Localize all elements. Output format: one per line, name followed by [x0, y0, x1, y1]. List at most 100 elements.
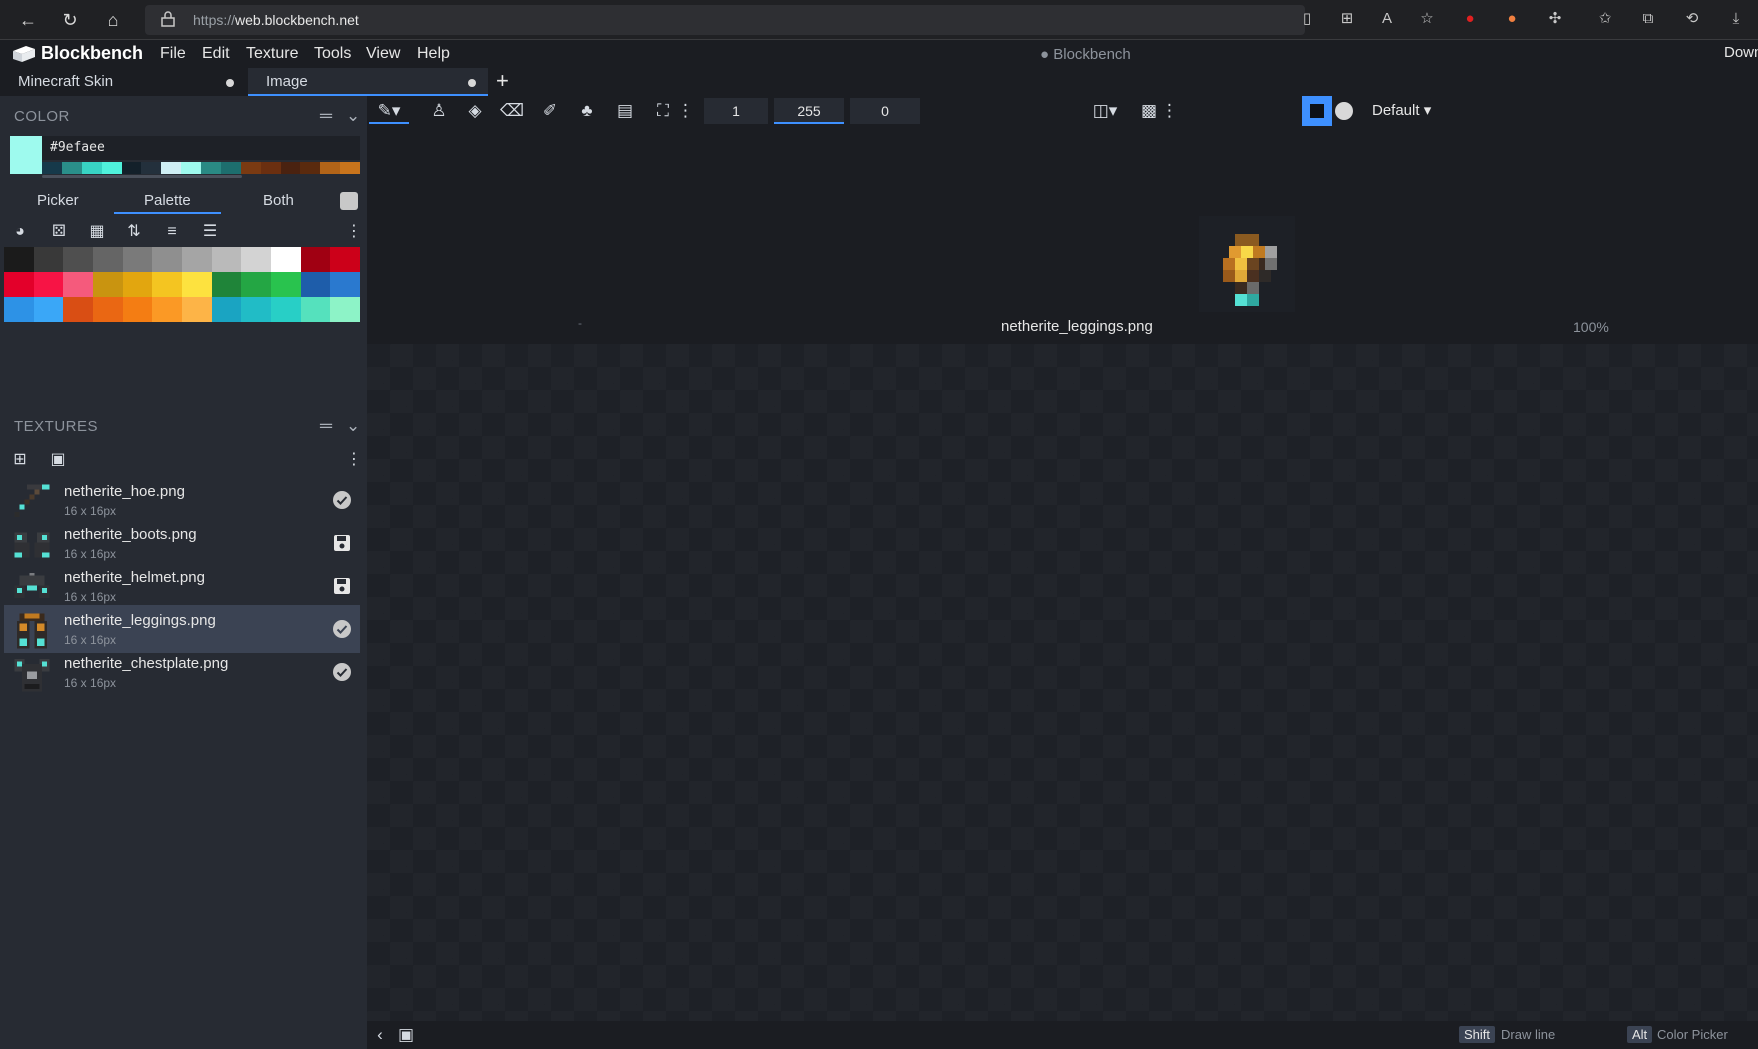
- add-texture-icon[interactable]: ⊞: [8, 448, 32, 472]
- brush-opacity-input[interactable]: 255: [774, 98, 844, 124]
- panel-handle-icon[interactable]: ═: [320, 416, 332, 436]
- history-swatch[interactable]: [42, 162, 62, 174]
- brush-size-input[interactable]: 1: [704, 98, 768, 124]
- home-icon[interactable]: ⌂: [101, 8, 125, 32]
- menu-tools[interactable]: Tools: [314, 45, 351, 63]
- chevron-down-icon[interactable]: ⌄: [346, 416, 360, 436]
- chevron-down-icon[interactable]: ⌄: [346, 106, 360, 126]
- tab-both[interactable]: Both: [263, 192, 294, 209]
- check-circle-icon[interactable]: [332, 662, 352, 682]
- palette-swatch[interactable]: [181, 272, 212, 297]
- sort-icon[interactable]: ⇅: [122, 220, 146, 244]
- palette-swatch[interactable]: [4, 247, 34, 272]
- selection-tool-icon[interactable]: ⛶: [649, 98, 677, 124]
- tab-picker[interactable]: Picker: [37, 192, 79, 209]
- palette-swatch[interactable]: [92, 272, 123, 297]
- history-icon[interactable]: ⟲: [1681, 8, 1703, 30]
- palette-swatch[interactable]: [300, 272, 331, 297]
- square-brush-shape-button[interactable]: [1302, 96, 1332, 126]
- palette-swatch[interactable]: [33, 272, 64, 297]
- favorites-icon[interactable]: ✩: [1594, 8, 1616, 30]
- palette-swatch[interactable]: [270, 247, 301, 272]
- history-swatch[interactable]: [161, 162, 182, 174]
- brush-softness-input[interactable]: 0: [850, 98, 920, 124]
- menu-edit[interactable]: Edit: [202, 45, 230, 63]
- palette-swatch[interactable]: [241, 247, 271, 272]
- history-swatch[interactable]: [320, 162, 341, 174]
- texture-item-netherite-leggings[interactable]: netherite_leggings.png 16 x 16px: [4, 605, 360, 653]
- palette-swatch[interactable]: [63, 247, 93, 272]
- history-swatch[interactable]: [300, 162, 321, 174]
- palette-swatch[interactable]: [211, 247, 242, 272]
- palette-swatch[interactable]: [33, 297, 64, 322]
- tab-minecraft-skin[interactable]: Minecraft Skin: [0, 68, 246, 96]
- import-texture-icon[interactable]: ▣: [46, 448, 70, 472]
- panel-handle-icon[interactable]: ═: [320, 106, 332, 126]
- palette-swatch[interactable]: [33, 247, 64, 272]
- history-swatch[interactable]: [240, 162, 261, 174]
- texture-canvas-preview[interactable]: [1199, 216, 1295, 312]
- color-picker-icon[interactable]: ✐: [536, 98, 564, 124]
- current-color-swatch[interactable]: [10, 136, 42, 174]
- new-tab-plus-icon[interactable]: +: [496, 68, 509, 94]
- history-swatch[interactable]: [121, 162, 142, 174]
- hex-color-input[interactable]: #9efaee: [42, 136, 360, 160]
- history-swatch[interactable]: [81, 162, 102, 174]
- more-vertical-icon[interactable]: ⋮: [346, 448, 362, 472]
- download-label[interactable]: Down: [1724, 44, 1758, 61]
- tab-palette[interactable]: Palette: [114, 192, 221, 214]
- check-circle-icon[interactable]: [332, 619, 352, 639]
- pixel-grid-icon[interactable]: ▩: [1135, 98, 1163, 124]
- add-to-list-icon[interactable]: ≡: [160, 220, 184, 244]
- download-icon[interactable]: ⤓: [1725, 8, 1747, 30]
- palette-swatch[interactable]: [270, 272, 301, 297]
- extension-orange-icon[interactable]: ●: [1501, 8, 1523, 30]
- stamp-tool-icon[interactable]: ♙: [425, 98, 453, 124]
- palette-swatch[interactable]: [330, 297, 360, 322]
- palette-swatch[interactable]: [300, 247, 331, 272]
- more-vertical-icon[interactable]: ⋮: [346, 220, 362, 244]
- color-history-scrollbar[interactable]: [42, 175, 242, 178]
- fill-bucket-icon[interactable]: ◈: [461, 98, 489, 124]
- tab-image[interactable]: Image: [248, 68, 488, 96]
- texture-item-netherite-boots[interactable]: netherite_boots.png 16 x 16px: [4, 519, 360, 567]
- palette-swatch[interactable]: [122, 272, 153, 297]
- extension-red-icon[interactable]: ●: [1459, 8, 1481, 30]
- address-bar[interactable]: https://web.blockbench.net: [145, 5, 1305, 35]
- palette-swatch[interactable]: [211, 297, 242, 322]
- history-swatch[interactable]: [141, 162, 162, 174]
- menu-file[interactable]: File: [160, 45, 186, 63]
- check-circle-icon[interactable]: [332, 490, 352, 510]
- generate-palette-icon[interactable]: ⚄: [47, 220, 71, 244]
- palette-swatch[interactable]: [330, 272, 360, 297]
- eraser-icon[interactable]: ⌫: [498, 98, 526, 124]
- palette-swatch[interactable]: [152, 247, 182, 272]
- palette-swatch[interactable]: [211, 272, 242, 297]
- history-swatch[interactable]: [201, 162, 221, 174]
- palette-swatch[interactable]: [300, 297, 331, 322]
- chevron-left-icon[interactable]: ‹: [367, 1022, 393, 1048]
- history-swatch[interactable]: [220, 162, 241, 174]
- round-brush-shape-button[interactable]: [1335, 102, 1353, 120]
- palette-swatch[interactable]: [4, 297, 34, 322]
- palette-swatch[interactable]: [152, 272, 182, 297]
- canvas-area[interactable]: - netherite_leggings.png 100%: [367, 126, 1758, 1021]
- canvas-transparency-checker[interactable]: [367, 344, 1758, 1021]
- more-vertical-icon[interactable]: ⋮: [677, 98, 694, 124]
- gradient-tool-icon[interactable]: ▤: [611, 98, 639, 124]
- menu-texture[interactable]: Texture: [246, 45, 298, 63]
- palette-swatch[interactable]: [270, 297, 301, 322]
- menu-help[interactable]: Help: [417, 45, 450, 63]
- shapes-tool-icon[interactable]: ♣: [573, 98, 601, 124]
- image-icon[interactable]: ▣: [393, 1022, 419, 1048]
- grid-view-icon[interactable]: ▦: [85, 220, 109, 244]
- palette-swatch[interactable]: [241, 272, 271, 297]
- brush-tool-icon[interactable]: ✎▾: [369, 98, 409, 124]
- app-available-icon[interactable]: ⊞: [1336, 8, 1358, 30]
- texture-item-netherite-helmet[interactable]: netherite_helmet.png 16 x 16px: [4, 562, 360, 610]
- palette-swatch[interactable]: [241, 297, 271, 322]
- menu-view[interactable]: View: [366, 45, 400, 63]
- read-aloud-icon[interactable]: A: [1376, 8, 1398, 30]
- extensions-puzzle-icon[interactable]: ✣: [1544, 8, 1566, 30]
- history-swatch[interactable]: [280, 162, 301, 174]
